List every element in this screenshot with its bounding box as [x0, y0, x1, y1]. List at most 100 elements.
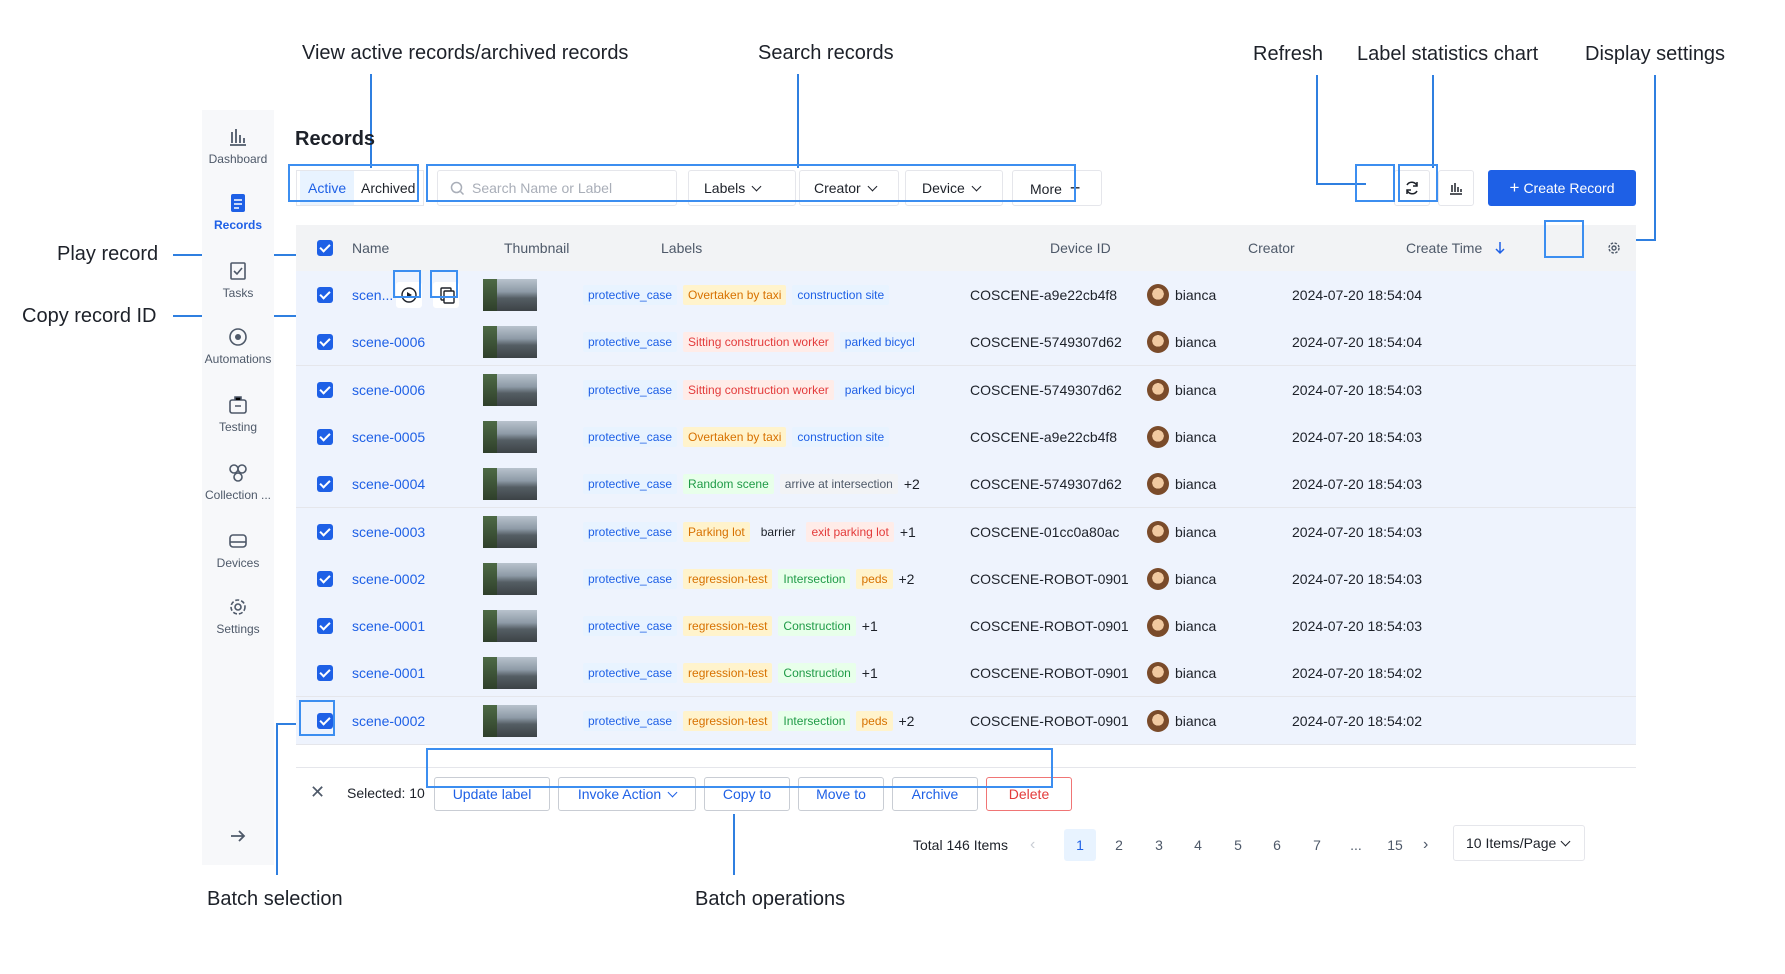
label-tag[interactable]: Overtaken by taxi	[683, 285, 787, 305]
archive-button[interactable]: Archive	[892, 777, 978, 811]
thumbnail-image[interactable]	[483, 468, 537, 501]
next-page-icon[interactable]: ›	[1423, 829, 1428, 861]
page-item[interactable]: 1	[1064, 829, 1096, 861]
label-stats-button[interactable]	[1438, 170, 1474, 206]
label-tag[interactable]: Sitting construction worker	[683, 379, 834, 400]
create-record-button[interactable]: + Create Record	[1488, 170, 1636, 206]
column-name[interactable]: Name	[352, 225, 389, 271]
label-tag[interactable]: parked bicycl	[839, 379, 920, 400]
label-tag[interactable]: arrive at intersection	[779, 474, 898, 495]
label-tag[interactable]: construction site	[792, 285, 890, 305]
sidebar-item-settings[interactable]: Settings	[202, 596, 274, 636]
page-item[interactable]: 15	[1379, 829, 1411, 861]
more-labels-count[interactable]: +1	[900, 524, 916, 540]
page-item[interactable]: 4	[1182, 829, 1214, 861]
thumbnail-image[interactable]	[483, 420, 537, 453]
device-filter[interactable]: Device	[905, 170, 1003, 206]
record-name-link[interactable]: scene-0002	[352, 555, 425, 603]
table-row[interactable]: scene-0001 protective_case regression-tes…	[296, 649, 1636, 698]
label-tag[interactable]: Sitting construction worker	[683, 332, 834, 353]
sidebar-item-testing[interactable]: Testing	[202, 394, 274, 434]
prev-page-icon[interactable]: ‹	[1030, 829, 1035, 861]
table-row[interactable]: scene-0005 protective_case Overtaken by t…	[296, 412, 1636, 461]
table-row[interactable]: scene-0006 protective_case Sitting constr…	[296, 365, 1636, 414]
label-tag[interactable]: parked bicycl	[839, 332, 920, 353]
tab-archived[interactable]: Archived	[353, 171, 423, 205]
label-tag[interactable]: Intersection	[778, 568, 851, 589]
column-creator[interactable]: Creator	[1248, 225, 1295, 271]
page-item[interactable]: 6	[1261, 829, 1293, 861]
tab-active[interactable]: Active	[300, 171, 355, 205]
settings-icon[interactable]	[1607, 241, 1621, 255]
thumbnail-image[interactable]	[483, 610, 537, 643]
table-row[interactable]: scene-0002 protective_case regression-tes…	[296, 554, 1636, 603]
sidebar-item-devices[interactable]: Devices	[202, 530, 274, 570]
label-tag[interactable]: barrier	[756, 522, 801, 542]
row-checkbox[interactable]	[317, 334, 333, 351]
record-name-link[interactable]: scene-0006	[352, 318, 425, 366]
search-input[interactable]: Search Name or Label	[437, 170, 677, 206]
table-row[interactable]: scene-0006 protective_case Sitting constr…	[296, 318, 1636, 367]
label-tag[interactable]: regression-test	[683, 616, 773, 637]
label-tag[interactable]: protective_case	[583, 285, 678, 305]
record-name-link[interactable]: scene-0001	[352, 602, 425, 650]
invoke-action-button[interactable]: Invoke Action	[558, 777, 696, 811]
page-item[interactable]: ...	[1340, 829, 1372, 861]
record-name-link[interactable]: scene-0006	[352, 366, 425, 414]
row-checkbox[interactable]	[317, 476, 333, 493]
close-icon[interactable]: ✕	[310, 782, 325, 803]
update-label-button[interactable]: Update label	[434, 777, 550, 811]
table-row[interactable]: scene-0004 protective_case Random scene ar…	[296, 460, 1636, 509]
label-tag[interactable]: protective_case	[583, 616, 678, 637]
row-checkbox[interactable]	[317, 712, 333, 729]
label-tag[interactable]: Construction	[778, 663, 856, 684]
thumbnail-image[interactable]	[483, 704, 537, 737]
label-tag[interactable]: Overtaken by taxi	[683, 426, 787, 447]
thumbnail-image[interactable]	[483, 373, 537, 406]
label-tag[interactable]: protective_case	[583, 521, 678, 542]
page-size-select[interactable]: 10 Items/Page	[1453, 825, 1585, 861]
column-create-time[interactable]: Create Time	[1406, 225, 1482, 271]
sidebar-item-records[interactable]: Records	[202, 192, 274, 232]
row-checkbox[interactable]	[317, 665, 333, 682]
creator-filter[interactable]: Creator	[799, 170, 899, 206]
sort-down-icon[interactable]	[1494, 241, 1506, 255]
label-tag[interactable]: peds	[856, 568, 893, 589]
page-item[interactable]: 2	[1103, 829, 1135, 861]
label-tag[interactable]: Construction	[778, 616, 856, 637]
page-item[interactable]: 7	[1301, 829, 1333, 861]
row-checkbox[interactable]	[317, 287, 333, 303]
label-tag[interactable]: protective_case	[583, 568, 678, 589]
label-tag[interactable]: protective_case	[583, 710, 678, 731]
record-name-link[interactable]: scene-0003	[352, 508, 425, 556]
thumbnail-image[interactable]	[483, 562, 537, 595]
arrow-right-icon[interactable]	[227, 825, 249, 847]
row-checkbox[interactable]	[317, 570, 333, 587]
label-tag[interactable]: regression-test	[683, 568, 773, 589]
row-checkbox[interactable]	[317, 618, 333, 635]
label-tag[interactable]: protective_case	[583, 379, 678, 400]
page-item[interactable]: 5	[1222, 829, 1254, 861]
record-name-link[interactable]: scen...	[352, 271, 393, 319]
label-tag[interactable]: exit parking lot	[806, 521, 894, 542]
table-row[interactable]: scen... protective_case Overtaken by taxi…	[296, 271, 1636, 319]
label-tag[interactable]: Intersection	[778, 710, 851, 731]
table-row[interactable]: scene-0001 protective_case regression-tes…	[296, 602, 1636, 651]
label-tag[interactable]: protective_case	[583, 663, 678, 684]
row-checkbox[interactable]	[317, 428, 333, 445]
sidebar-item-dashboard[interactable]: Dashboard	[202, 126, 274, 166]
thumbnail-image[interactable]	[483, 657, 537, 690]
label-tag[interactable]: protective_case	[583, 426, 678, 447]
copy-to-button[interactable]: Copy to	[704, 777, 790, 811]
record-name-link[interactable]: scene-0001	[352, 649, 425, 697]
record-name-link[interactable]: scene-0005	[352, 413, 425, 461]
table-row[interactable]: scene-0003 protective_case Parking lot bar…	[296, 507, 1636, 556]
delete-button[interactable]: Delete	[986, 777, 1072, 811]
more-labels-count[interactable]: +2	[904, 476, 920, 492]
more-labels-count[interactable]: +1	[862, 665, 878, 681]
select-all-checkbox[interactable]	[317, 240, 333, 256]
refresh-button[interactable]	[1394, 170, 1430, 206]
copy-id-button[interactable]	[433, 282, 459, 308]
sidebar-item-automations[interactable]: Automations	[202, 326, 274, 366]
more-labels-count[interactable]: +2	[899, 713, 915, 729]
